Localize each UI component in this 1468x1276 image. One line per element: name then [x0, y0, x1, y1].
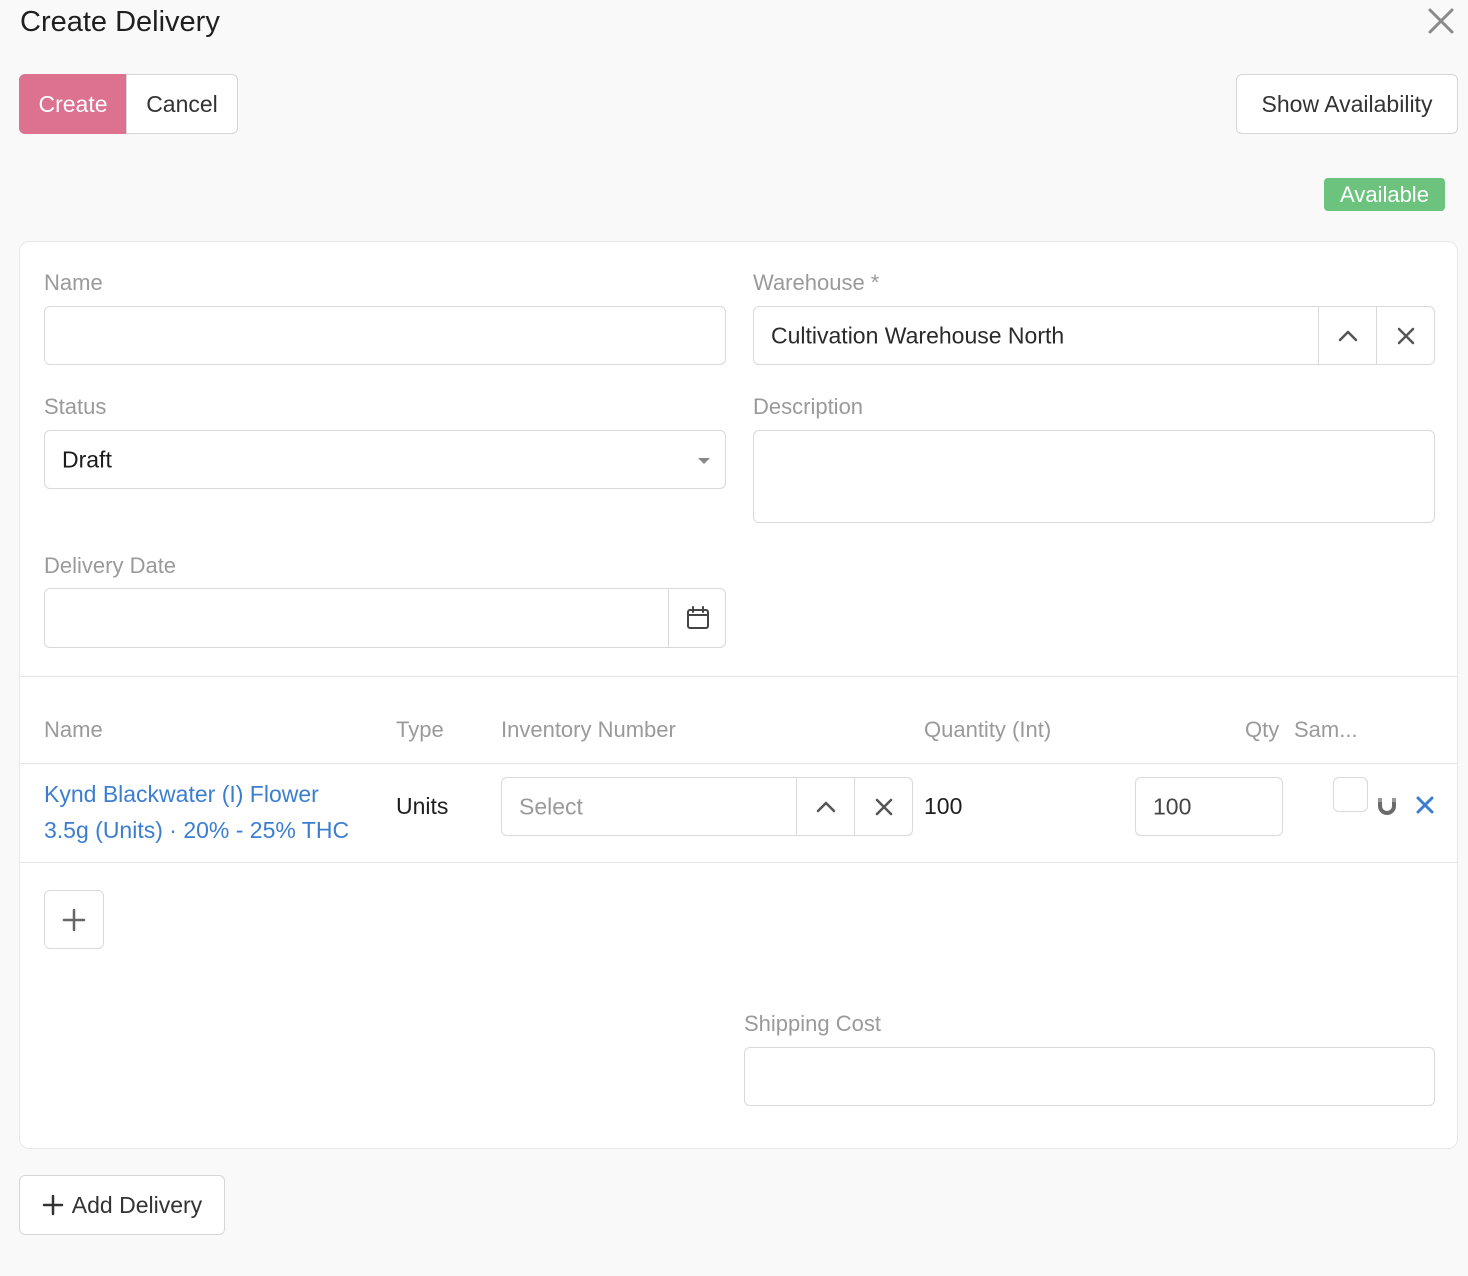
chevron-up-icon	[1338, 330, 1357, 341]
close-icon	[1428, 8, 1454, 34]
cancel-button[interactable]: Cancel	[126, 74, 238, 134]
row-divider	[20, 862, 1457, 863]
product-link[interactable]: Kynd Blackwater (I) Flower 3.5g (Units) …	[44, 776, 384, 848]
chevron-up-icon	[816, 801, 835, 812]
clear-icon	[1397, 327, 1414, 344]
col-header-type: Type	[396, 717, 444, 742]
magnet-icon	[1378, 798, 1396, 815]
col-header-inventory-number: Inventory Number	[501, 717, 676, 742]
add-row-button[interactable]	[44, 890, 104, 949]
magnet-button[interactable]	[1375, 793, 1399, 817]
warehouse-clear-button[interactable]	[1376, 307, 1434, 364]
section-divider	[20, 676, 1457, 677]
caret-down-icon	[698, 458, 710, 464]
warehouse-value: Cultivation Warehouse North	[771, 322, 1065, 348]
create-button[interactable]: Create	[19, 74, 127, 134]
name-label: Name	[44, 270, 103, 295]
warehouse-toggle-button[interactable]	[1318, 307, 1376, 364]
dialog-title: Create Delivery	[20, 6, 220, 38]
clear-icon	[875, 798, 892, 815]
col-header-name: Name	[44, 717, 103, 742]
availability-badge: Available	[1324, 178, 1445, 211]
date-picker-button[interactable]	[668, 589, 726, 647]
show-availability-button[interactable]: Show Availability	[1236, 74, 1458, 134]
header-divider	[20, 763, 1457, 764]
remove-row-button[interactable]	[1413, 793, 1437, 817]
plus-icon	[42, 1194, 64, 1216]
delivery-card: Name Warehouse * Cultivation Warehouse N…	[19, 241, 1458, 1149]
col-header-quantity: Quantity (Int)	[924, 717, 1052, 742]
col-header-sample: Sam...	[1294, 717, 1358, 742]
inventory-number-select[interactable]: Select	[501, 777, 913, 836]
delivery-date-input[interactable]	[44, 588, 726, 648]
inventory-number-placeholder: Select	[519, 793, 583, 819]
inventory-toggle-button[interactable]	[796, 778, 854, 835]
shipping-cost-input[interactable]	[744, 1047, 1435, 1106]
shipping-cost-label: Shipping Cost	[744, 1011, 881, 1036]
warehouse-label: Warehouse *	[753, 270, 880, 295]
calendar-icon	[686, 606, 709, 629]
warehouse-select[interactable]: Cultivation Warehouse North	[753, 306, 1435, 365]
close-dialog-button[interactable]	[1424, 4, 1458, 38]
inventory-clear-button[interactable]	[854, 778, 912, 835]
qty-input[interactable]: 100	[1135, 777, 1283, 836]
description-label: Description	[753, 394, 864, 419]
description-textarea[interactable]	[753, 430, 1435, 523]
add-delivery-label: Add Delivery	[71, 1191, 203, 1218]
status-value: Draft	[62, 446, 112, 472]
status-label: Status	[44, 394, 107, 419]
remove-row-icon	[1416, 796, 1434, 814]
delivery-date-label: Delivery Date	[44, 553, 177, 578]
plus-icon	[62, 908, 86, 931]
status-select[interactable]: Draft	[44, 430, 726, 489]
add-delivery-button[interactable]: Add Delivery	[19, 1175, 225, 1235]
row-type: Units	[396, 793, 449, 819]
name-input[interactable]	[44, 306, 726, 365]
sample-checkbox[interactable]	[1333, 777, 1368, 812]
col-header-qty: Qty	[1245, 717, 1280, 742]
row-quantity: 100	[924, 793, 963, 819]
